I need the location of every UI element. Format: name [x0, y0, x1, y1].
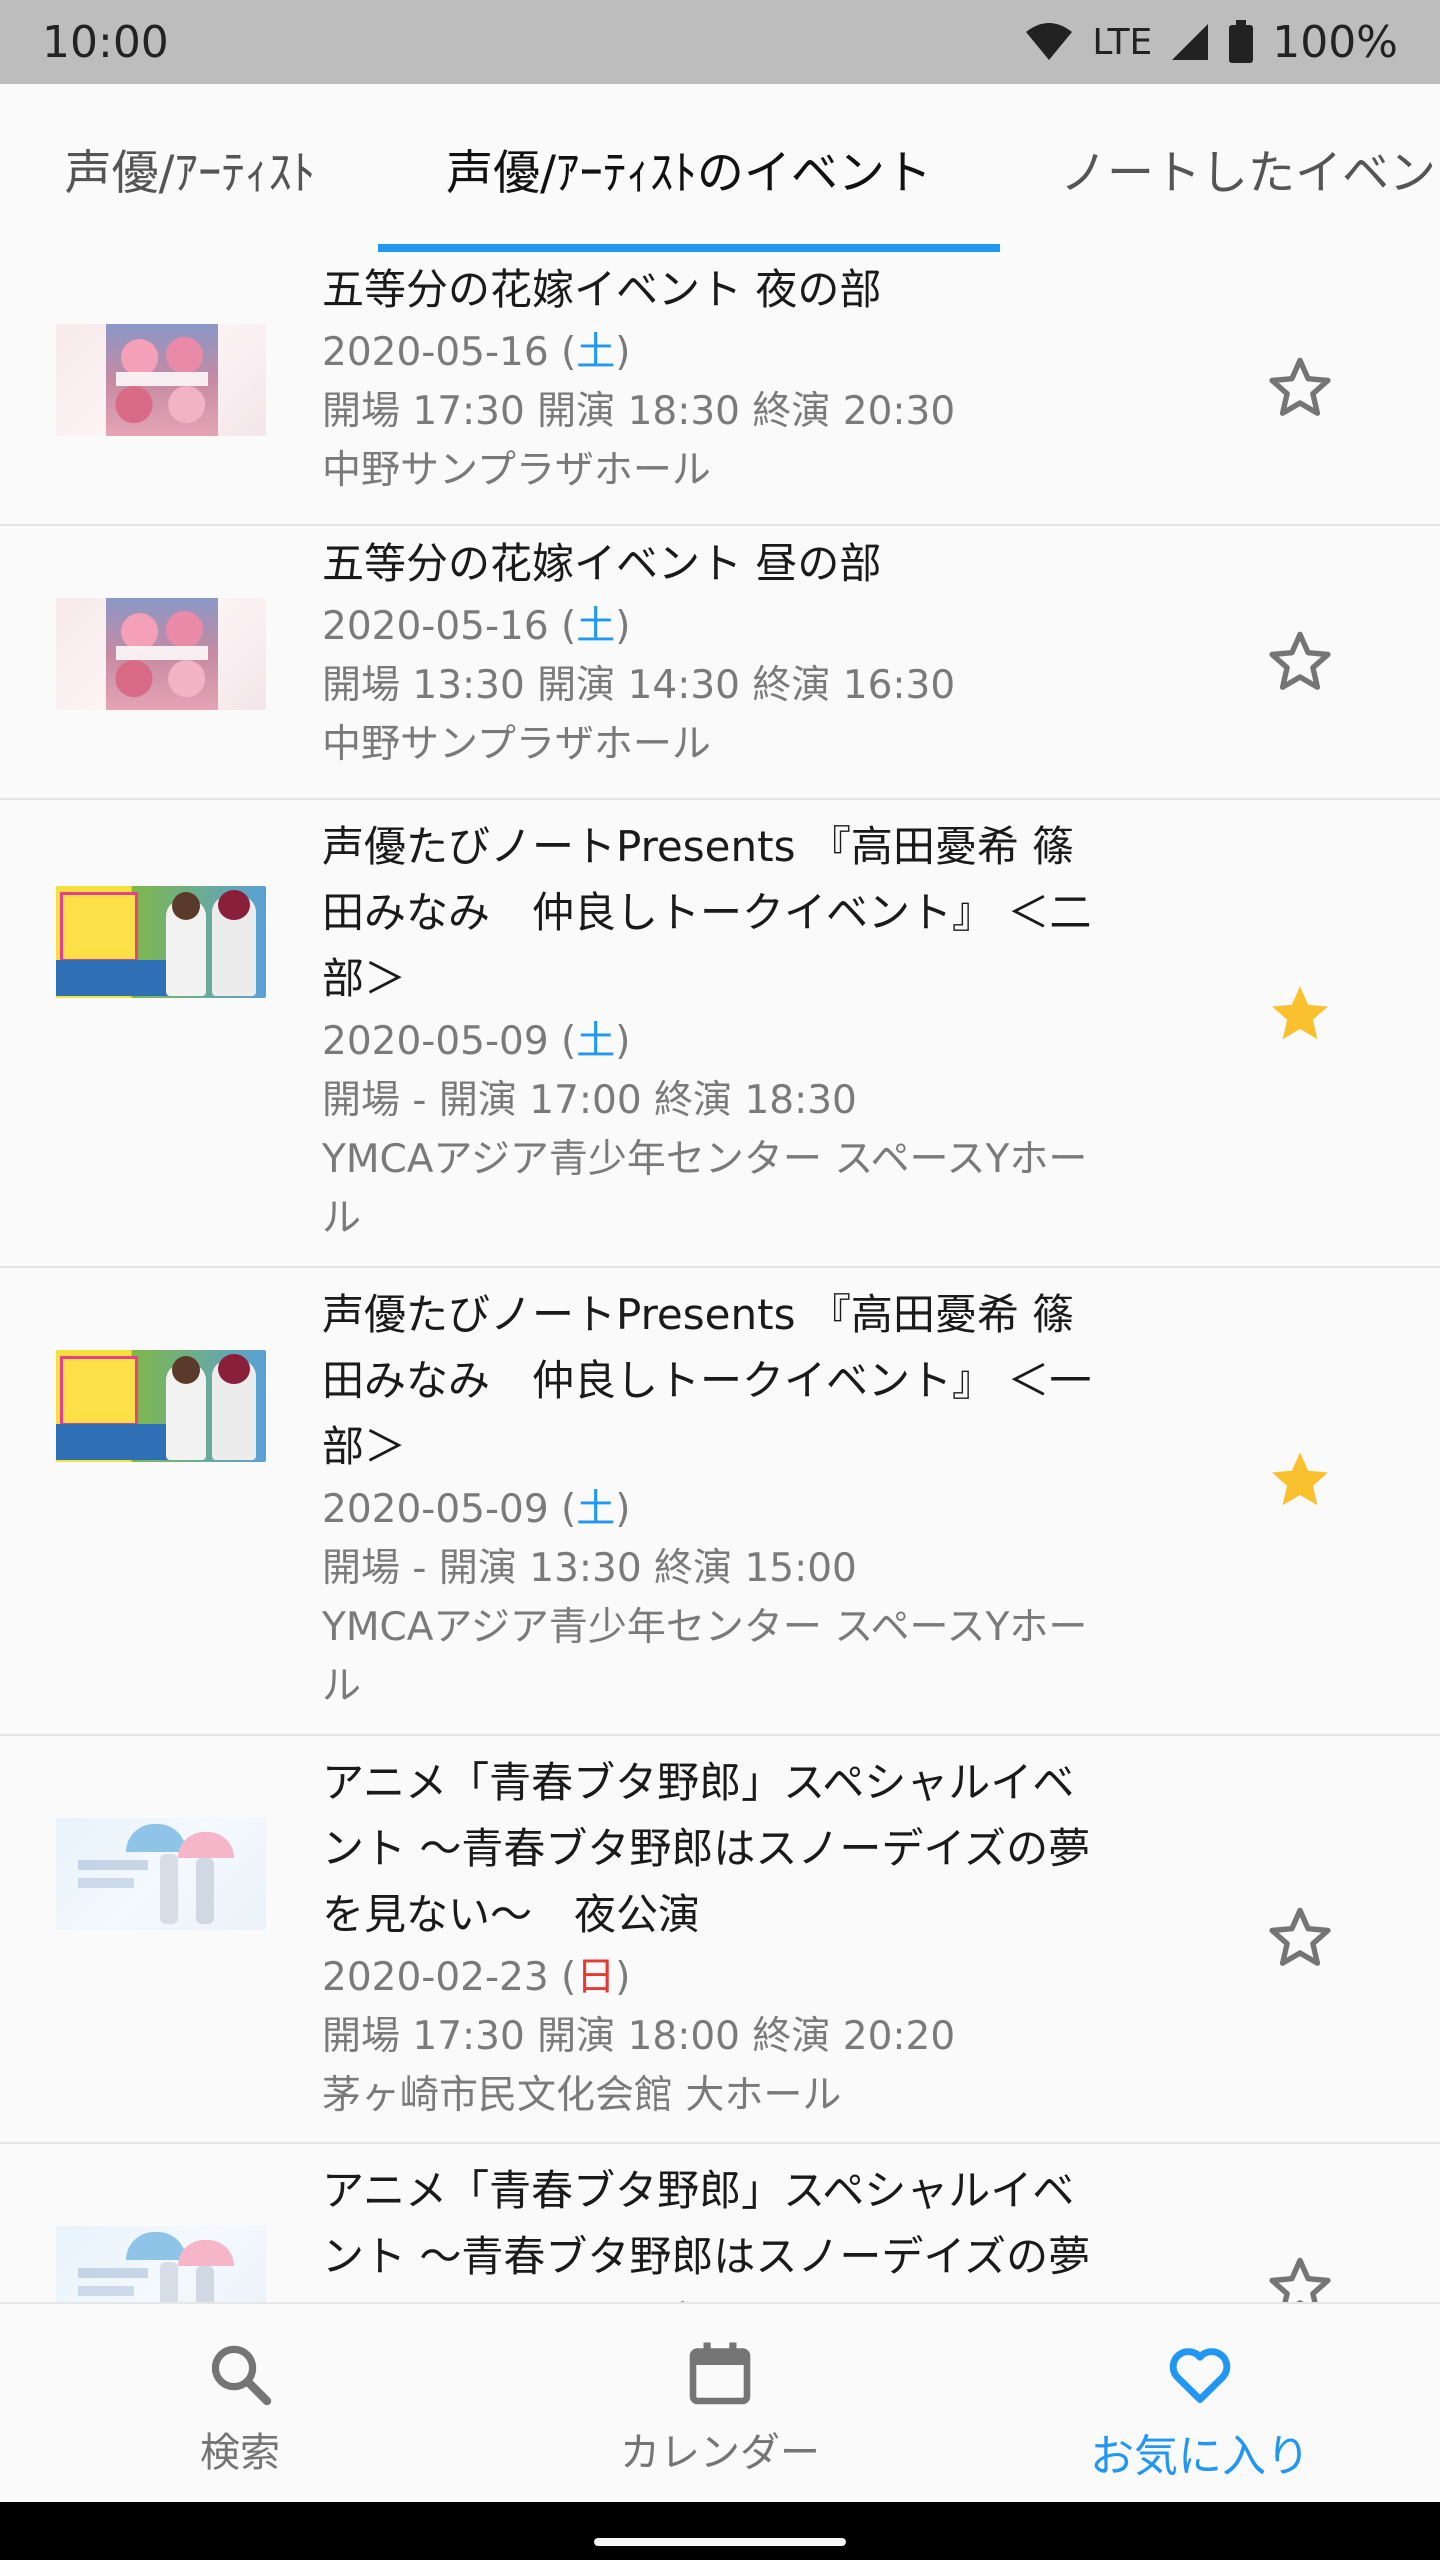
tab-indicator [378, 244, 1000, 252]
network-type: LTE [1092, 21, 1153, 63]
tab-artist-label: 声優/ｱｰﾃｨｽﾄ [64, 145, 316, 201]
event-title-line: ント ～青春ブタ野郎はスノーデイズの夢 [322, 1824, 1091, 1873]
system-navigation-bar [0, 2502, 1440, 2560]
event-date: 2020-05-16 (土) [322, 604, 631, 649]
event-title-line: を見ない～ 夜公演 [322, 1890, 701, 1939]
star-outline-icon [1269, 2257, 1331, 2302]
event-info: 声優たびノートPresents 『高田憂希 篠 田みなみ 仲良しトークイベント』… [322, 814, 1162, 1248]
event-title-line: 声優たびノートPresents 『高田憂希 篠 [322, 822, 1075, 871]
tab-bar: 声優/ｱｰﾃｨｽﾄ 声優/ｱｰﾃｨｽﾄのイベント ノートしたイベント [0, 84, 1440, 252]
event-title-line: 田みなみ 仲良しトークイベント』 ＜一 [322, 1356, 1092, 1405]
event-info: アニメ「青春ブタ野郎」スペシャルイベ ント ～青春ブタ野郎はスノーデイズの夢 を… [322, 2158, 1162, 2302]
event-dow: 土 [576, 1487, 616, 1532]
star-filled-icon [1272, 986, 1328, 1040]
nav-calendar-label: カレンダー [620, 2430, 820, 2476]
app-screen: 10:00 LTE 100% 声優/ｱｰﾃｨｽﾄ 声優/ｱｰﾃｨｽﾄのイベント … [0, 0, 1440, 2560]
event-venue: YMCAアジア青少年センター スペースYホー [322, 1137, 1088, 1182]
favorite-star-button[interactable] [1262, 624, 1338, 700]
favorite-star-button[interactable] [1262, 350, 1338, 426]
event-title-line: を見ない～ 昼公演 [322, 2290, 1162, 2302]
event-date: 2020-05-09 (土) [322, 1019, 631, 1064]
event-list[interactable]: 五等分の花嫁イベント 夜の部 2020-05-16 (土) 開場 17:30 開… [0, 252, 1440, 2302]
event-venue: YMCAアジア青少年センター スペースYホー [322, 1605, 1088, 1650]
nav-search-label: 検索 [200, 2430, 280, 2476]
star-outline-icon [1269, 631, 1331, 690]
heart-icon [1162, 2334, 1238, 2414]
tab-artist[interactable]: 声優/ｱｰﾃｨｽﾄ [40, 84, 340, 252]
event-thumbnail [56, 886, 266, 998]
favorite-star-button[interactable] [1262, 1900, 1338, 1976]
calendar-icon [684, 2334, 756, 2414]
event-title-line: アニメ「青春ブタ野郎」スペシャルイベ [322, 2166, 1075, 2215]
event-row[interactable]: 五等分の花嫁イベント 昼の部 2020-05-16 (土) 開場 13:30 開… [0, 526, 1440, 800]
status-bar: 10:00 LTE 100% [0, 0, 1440, 84]
signal-icon [1170, 22, 1210, 62]
battery-level: 100% [1272, 16, 1398, 68]
event-times: 開場 13:30 開演 14:30 終演 16:30 [322, 663, 956, 708]
event-dow: 土 [576, 330, 616, 375]
event-times: 開場 - 開演 17:00 終演 18:30 [322, 1078, 857, 1123]
event-venue: ル [322, 1196, 362, 1241]
event-title: 五等分の花嫁イベント 夜の部 [322, 265, 882, 314]
event-thumbnail [56, 1350, 266, 1462]
event-title-line: ント ～青春ブタ野郎はスノーデイズの夢 [322, 2232, 1091, 2281]
event-thumbnail [56, 598, 266, 710]
event-times: 開場 - 開演 13:30 終演 15:00 [322, 1546, 857, 1591]
event-venue: 茅ヶ崎市民文化会館 大ホール [322, 2073, 842, 2118]
tab-noted-events[interactable]: ノートしたイベント [1040, 84, 1440, 252]
event-dow: 土 [576, 1019, 616, 1064]
nav-search[interactable]: 検索 [80, 2304, 400, 2504]
event-row[interactable]: 声優たびノートPresents 『高田憂希 篠 田みなみ 仲良しトークイベント』… [0, 800, 1440, 1268]
star-outline-icon [1269, 357, 1331, 416]
event-info: 五等分の花嫁イベント 昼の部 2020-05-16 (土) 開場 13:30 開… [322, 531, 1162, 774]
status-time: 10:00 [42, 16, 169, 68]
tab-noted-events-label: ノートしたイベント [1060, 145, 1440, 201]
tab-artist-events-label: 声優/ｱｰﾃｨｽﾄのイベント [446, 145, 932, 201]
event-times: 開場 17:30 開演 18:00 終演 20:20 [322, 2014, 956, 2059]
event-info: 五等分の花嫁イベント 夜の部 2020-05-16 (土) 開場 17:30 開… [322, 257, 1162, 500]
event-times: 開場 17:30 開演 18:30 終演 20:30 [322, 389, 956, 434]
nav-favorites-label: お気に入り [1090, 2431, 1310, 2482]
star-filled-icon [1272, 1452, 1328, 1506]
event-date: 2020-02-23 (日) [322, 1955, 631, 2000]
event-thumbnail [56, 2226, 266, 2302]
home-gesture-handle[interactable] [594, 2538, 846, 2546]
event-venue: 中野サンプラザホール [322, 448, 711, 493]
event-title-line: 部＞ [322, 954, 407, 1003]
event-row[interactable]: アニメ「青春ブタ野郎」スペシャルイベ ント ～青春ブタ野郎はスノーデイズの夢 を… [0, 2144, 1440, 2302]
event-dow: 日 [576, 1955, 616, 2000]
event-dow: 土 [576, 604, 616, 649]
event-title-line: 声優たびノートPresents 『高田憂希 篠 [322, 1290, 1075, 1339]
event-info: アニメ「青春ブタ野郎」スペシャルイベ ント ～青春ブタ野郎はスノーデイズの夢 を… [322, 1750, 1162, 2125]
event-row[interactable]: 声優たびノートPresents 『高田憂希 篠 田みなみ 仲良しトークイベント』… [0, 1268, 1440, 1736]
status-indicators: LTE 100% [1024, 17, 1398, 68]
event-title-line: 田みなみ 仲良しトークイベント』 ＜二 [322, 888, 1092, 937]
event-date: 2020-05-16 (土) [322, 330, 631, 375]
event-title-line: アニメ「青春ブタ野郎」スペシャルイベ [322, 1758, 1075, 1807]
bottom-navigation: 検索 カレンダー お気に入り [0, 2302, 1440, 2502]
star-outline-icon [1269, 1907, 1331, 1966]
event-title: 五等分の花嫁イベント 昼の部 [322, 539, 882, 588]
tab-artist-events[interactable]: 声優/ｱｰﾃｨｽﾄのイベント [378, 84, 1000, 252]
event-row[interactable]: アニメ「青春ブタ野郎」スペシャルイベ ント ～青春ブタ野郎はスノーデイズの夢 を… [0, 1736, 1440, 2144]
favorite-star-button[interactable] [1262, 2250, 1338, 2302]
event-title-line: 部＞ [322, 1422, 407, 1471]
event-venue: 中野サンプラザホール [322, 722, 711, 767]
favorite-star-button[interactable] [1262, 976, 1338, 1052]
event-date: 2020-05-09 (土) [322, 1487, 631, 1532]
event-info: 声優たびノートPresents 『高田憂希 篠 田みなみ 仲良しトークイベント』… [322, 1282, 1162, 1716]
event-row[interactable]: 五等分の花嫁イベント 夜の部 2020-05-16 (土) 開場 17:30 開… [0, 252, 1440, 526]
event-venue: ル [322, 1664, 362, 1709]
nav-calendar[interactable]: カレンダー [560, 2304, 880, 2504]
search-icon [204, 2334, 276, 2414]
nav-favorites[interactable]: お気に入り [1040, 2304, 1360, 2504]
wifi-icon [1024, 22, 1074, 62]
battery-icon [1228, 20, 1254, 64]
event-thumbnail [56, 1818, 266, 1930]
event-thumbnail [56, 324, 266, 436]
favorite-star-button[interactable] [1262, 1442, 1338, 1518]
